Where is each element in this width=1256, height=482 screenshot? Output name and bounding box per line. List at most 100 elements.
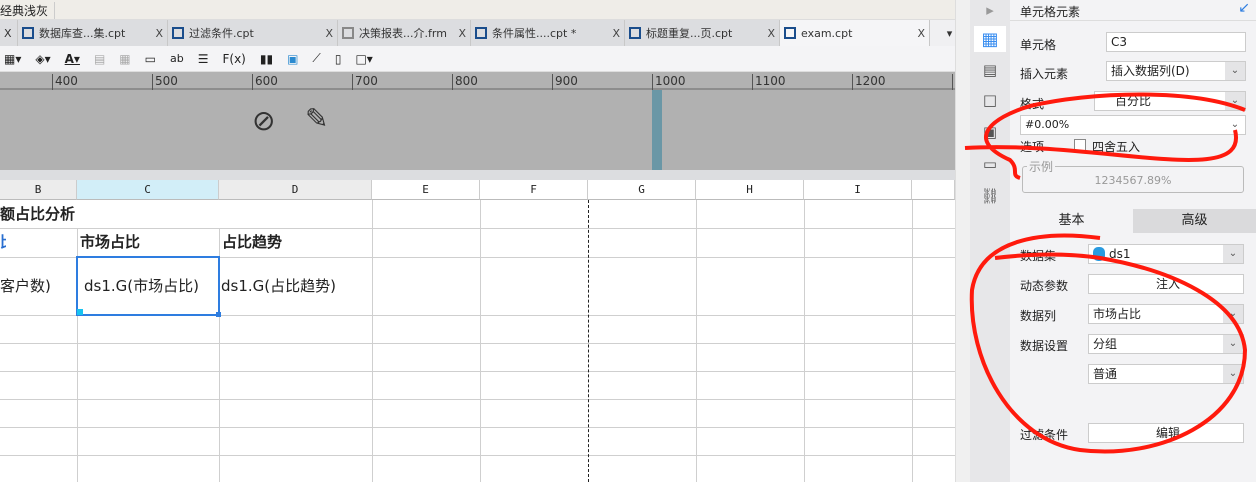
eye-slash-icon[interactable]: ⊘ bbox=[252, 104, 275, 137]
drag-handle[interactable] bbox=[216, 312, 221, 317]
formula-icon[interactable]: F(x) bbox=[222, 52, 245, 66]
cell-title[interactable]: 额占比分析 bbox=[0, 200, 75, 228]
round-checkbox[interactable] bbox=[1074, 139, 1086, 151]
collapse-arrow-icon[interactable]: ▸ bbox=[980, 0, 1000, 20]
close-icon[interactable]: X bbox=[4, 27, 12, 40]
setting-value-2: 普通 bbox=[1093, 367, 1118, 381]
inject-button[interactable]: 注入 bbox=[1088, 274, 1244, 294]
grid-line bbox=[912, 200, 913, 482]
cell-b3[interactable]: 客户数) bbox=[0, 257, 51, 315]
text-field-icon[interactable]: ▭ bbox=[145, 52, 156, 66]
chart-icon[interactable]: ▮▮ bbox=[260, 52, 273, 66]
cell-d2[interactable]: 占比趋势 bbox=[222, 228, 282, 257]
format-select[interactable]: 百分比 ⌄ bbox=[1094, 91, 1246, 111]
font-color-icon[interactable]: A▾ bbox=[65, 52, 80, 66]
dataset-label: 数据集 bbox=[1020, 249, 1057, 263]
setting-select-2[interactable]: 普通 ⌄ bbox=[1088, 364, 1244, 384]
chevron-down-icon: ⌄ bbox=[1223, 365, 1243, 383]
grid-line bbox=[0, 455, 955, 456]
subreport-icon[interactable]: ▯ bbox=[335, 52, 342, 66]
close-icon[interactable]: X bbox=[759, 27, 775, 40]
slash-icon[interactable]: ⟋ bbox=[312, 51, 320, 66]
column-select[interactable]: 市场占比 ⌄ bbox=[1088, 304, 1244, 324]
cell-b2[interactable]: 比 bbox=[0, 228, 6, 257]
column-g[interactable]: G bbox=[588, 180, 696, 200]
tab-label: 决策报表...介.frm bbox=[359, 27, 447, 40]
condition-icon[interactable]: ▭ bbox=[980, 154, 1000, 174]
tab-menu-icon: ▾ bbox=[946, 26, 953, 40]
column-c[interactable]: C bbox=[77, 180, 219, 200]
theme-label[interactable]: 经典浅灰 bbox=[0, 2, 56, 19]
cell-d3[interactable]: ds1.G(占比趋势) bbox=[221, 257, 336, 315]
toolbar: ▦▾ ◈▾ A▾ ▤ ▦ ▭ ab ☰ F(x) ▮▮ ▣ ⟋ ▯ □▾ bbox=[0, 46, 970, 72]
example-legend: 示例 bbox=[1027, 158, 1056, 175]
options-label: 选项 bbox=[1020, 140, 1045, 154]
tab-partial[interactable]: X bbox=[0, 20, 18, 46]
tab-2[interactable]: 过滤条件.cpt X bbox=[168, 20, 338, 46]
column-b[interactable]: B bbox=[0, 180, 77, 200]
fill-color-icon[interactable]: ◈▾ bbox=[35, 52, 50, 66]
cell-attribute-icon[interactable]: ▤ bbox=[980, 60, 1000, 80]
cell-element-panel: 单元格元素 ↙ 单元格 C3 插入元素 插入数据列(D) ⌄ 格式 百分比 ⌄ #0.… bbox=[1010, 0, 1256, 482]
tab-basic[interactable]: 基本 bbox=[1010, 209, 1133, 233]
close-icon[interactable]: X bbox=[909, 27, 925, 40]
column-i[interactable]: I bbox=[804, 180, 912, 200]
setting-select[interactable]: 分组 ⌄ bbox=[1088, 334, 1244, 354]
tab-6[interactable]: exam.cpt X bbox=[780, 20, 930, 46]
align-icon[interactable]: ☰ bbox=[198, 52, 209, 66]
pencil-icon[interactable]: ✎ bbox=[305, 102, 328, 135]
chevron-down-icon: ⌄ bbox=[1225, 92, 1245, 110]
merge-icon[interactable]: ▤ bbox=[94, 52, 105, 66]
insert-label: 插入元素 bbox=[1020, 67, 1069, 81]
chevron-down-icon: ⌄ bbox=[1225, 62, 1245, 80]
tab-1[interactable]: 数据库查...集.cpt X bbox=[18, 20, 168, 46]
pattern-select[interactable]: #0.00% ⌄ bbox=[1020, 115, 1246, 135]
setting-value: 分组 bbox=[1093, 337, 1118, 351]
link-icon[interactable]: ⛓ bbox=[980, 186, 1000, 206]
format-value: 百分比 bbox=[1115, 94, 1152, 108]
dataset-select[interactable]: ds1 ⌄ bbox=[1088, 244, 1244, 264]
report-icon bbox=[784, 27, 796, 39]
column-h[interactable]: H bbox=[696, 180, 804, 200]
selected-cell-border bbox=[76, 256, 220, 316]
database-icon bbox=[1093, 247, 1105, 261]
edit-filter-button[interactable]: 编辑 bbox=[1088, 423, 1244, 443]
tab-label: 标题重复...页.cpt bbox=[646, 27, 733, 40]
close-icon[interactable]: X bbox=[317, 27, 333, 40]
close-icon[interactable]: X bbox=[450, 27, 466, 40]
insert-select[interactable]: 插入数据列(D) ⌄ bbox=[1106, 61, 1246, 81]
ruler-tick: 400 bbox=[52, 74, 78, 90]
param-label: 动态参数 bbox=[1020, 279, 1069, 293]
border-icon[interactable]: ▦▾ bbox=[4, 52, 21, 66]
close-icon[interactable]: X bbox=[147, 27, 163, 40]
page-boundary-handle[interactable] bbox=[652, 90, 662, 170]
close-icon[interactable]: X bbox=[604, 27, 620, 40]
unmerge-icon[interactable]: ▦ bbox=[119, 52, 130, 66]
tab-3[interactable]: 决策报表...介.frm X bbox=[338, 20, 471, 46]
grid-line bbox=[0, 399, 955, 400]
cell-input[interactable]: C3 bbox=[1106, 32, 1246, 52]
column-value: 市场占比 bbox=[1093, 307, 1142, 321]
ruler-tick: 700 bbox=[352, 74, 378, 90]
cell-element-icon[interactable]: ▦ bbox=[974, 26, 1006, 52]
column-d[interactable]: D bbox=[219, 180, 372, 200]
dataset-value: ds1 bbox=[1109, 247, 1131, 261]
column-f[interactable]: F bbox=[480, 180, 588, 200]
tab-label: 条件属性....cpt * bbox=[492, 27, 577, 40]
vertical-scrollbar[interactable] bbox=[955, 0, 970, 482]
dropdown-widget-icon[interactable]: ▣ bbox=[980, 122, 1000, 142]
expand-arrow-icon[interactable]: ↙ bbox=[1238, 0, 1250, 16]
column-e[interactable]: E bbox=[372, 180, 480, 200]
tab-advanced[interactable]: 高级 bbox=[1133, 209, 1256, 233]
image-icon[interactable]: ▣ bbox=[287, 52, 298, 66]
cell-border-icon[interactable]: □▾ bbox=[355, 52, 372, 66]
chevron-down-icon: ⌄ bbox=[1225, 116, 1245, 134]
tab-5[interactable]: 标题重复...页.cpt X bbox=[625, 20, 780, 46]
text-icon[interactable]: ab bbox=[170, 52, 184, 65]
ruler-tick: 900 bbox=[552, 74, 578, 90]
report-icon bbox=[475, 27, 487, 39]
cell-c2[interactable]: 市场占比 bbox=[80, 228, 140, 257]
widget-icon[interactable]: □ bbox=[980, 90, 1000, 110]
header-area: ⊘ ✎ bbox=[0, 90, 955, 170]
tab-4[interactable]: 条件属性....cpt * X bbox=[471, 20, 625, 46]
